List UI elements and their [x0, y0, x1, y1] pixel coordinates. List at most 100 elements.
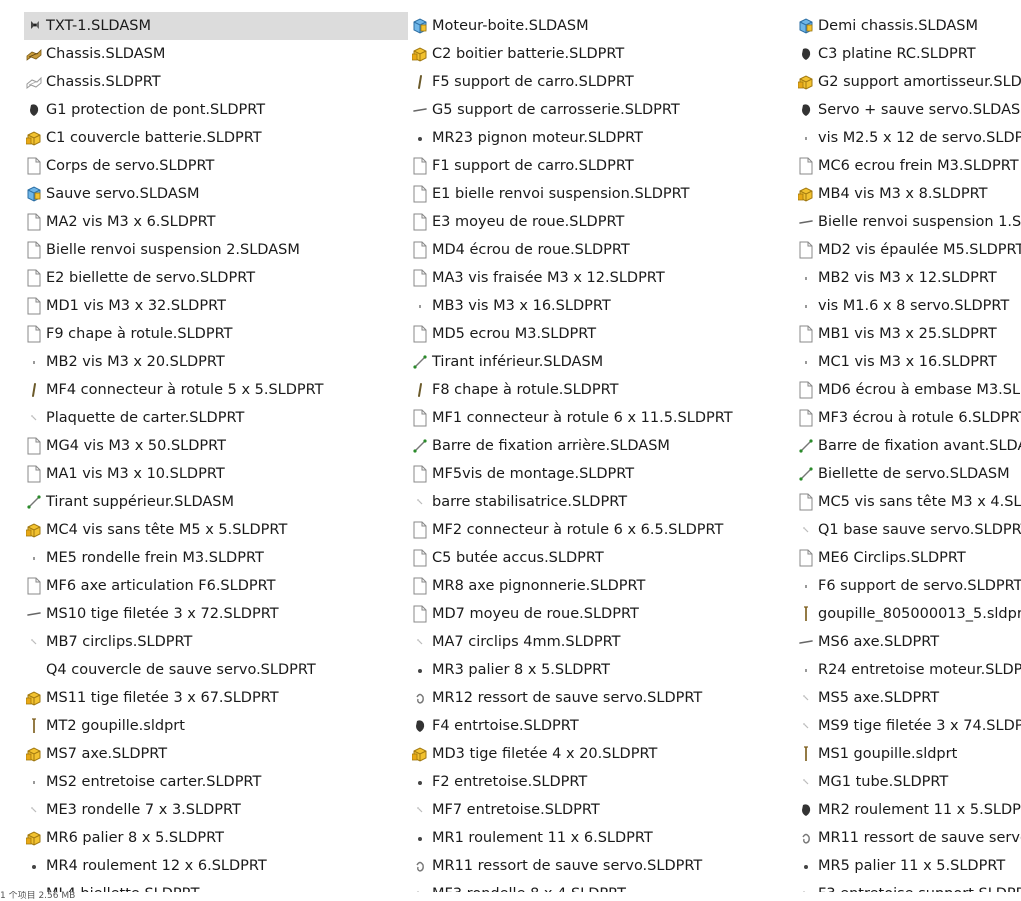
file-item[interactable]: vis M1.6 x 8 servo.SLDPRT [796, 292, 1021, 320]
file-item[interactable]: Q1 base sauve servo.SLDPRT [796, 516, 1021, 544]
file-name: MC1 vis M3 x 16.SLDPRT [818, 354, 997, 370]
file-item[interactable]: MR11 ressort de sauve servo.SLDPRT [796, 824, 1021, 852]
file-item[interactable]: MF1 connecteur à rotule 6 x 11.5.SLDPRT [410, 404, 794, 432]
file-item[interactable]: Chassis.SLDASM [24, 40, 408, 68]
file-item[interactable]: barre stabilisatrice.SLDPRT [410, 488, 794, 516]
file-item[interactable]: MB2 vis M3 x 12.SLDPRT [796, 264, 1021, 292]
file-item[interactable]: Tirant inférieur.SLDASM [410, 348, 794, 376]
file-item[interactable]: MC1 vis M3 x 16.SLDPRT [796, 348, 1021, 376]
file-item[interactable]: MF6 axe articulation F6.SLDPRT [24, 572, 408, 600]
file-item[interactable]: MD3 tige filetée 4 x 20.SLDPRT [410, 740, 794, 768]
file-item[interactable]: MB7 circlips.SLDPRT [24, 628, 408, 656]
file-item[interactable]: MD1 vis M3 x 32.SLDPRT [24, 292, 408, 320]
file-item[interactable]: MF3 écrou à rotule 6.SLDPRT [796, 404, 1021, 432]
file-item[interactable]: MB4 vis M3 x 8.SLDPRT [796, 180, 1021, 208]
file-item[interactable]: G5 support de carrosserie.SLDPRT [410, 96, 794, 124]
file-item[interactable]: ME3 rondelle 7 x 3.SLDPRT [24, 796, 408, 824]
file-item[interactable]: MG1 tube.SLDPRT [796, 768, 1021, 796]
file-item[interactable]: MS11 tige filetée 3 x 67.SLDPRT [24, 684, 408, 712]
file-item[interactable]: MG4 vis M3 x 50.SLDPRT [24, 432, 408, 460]
file-item[interactable]: Plaquette de carter.SLDPRT [24, 404, 408, 432]
rod-part-icon [796, 212, 816, 232]
file-item[interactable]: F1 support de carro.SLDPRT [410, 152, 794, 180]
file-item[interactable]: MB1 vis M3 x 25.SLDPRT [796, 320, 1021, 348]
file-item[interactable]: F3 entretoise support.SLDPRT [796, 880, 1021, 892]
file-item[interactable]: MA2 vis M3 x 6.SLDPRT [24, 208, 408, 236]
file-item[interactable]: MC5 vis sans tête M3 x 4.SLDPRT [796, 488, 1021, 516]
file-item[interactable]: goupille_805000013_5.sldprt [796, 600, 1021, 628]
file-item[interactable]: F2 entretoise.SLDPRT [410, 768, 794, 796]
file-item[interactable]: C5 butée accus.SLDPRT [410, 544, 794, 572]
file-item[interactable]: MB2 vis M3 x 20.SLDPRT [24, 348, 408, 376]
file-item[interactable]: MA7 circlips 4mm.SLDPRT [410, 628, 794, 656]
file-item[interactable]: F8 chape à rotule.SLDPRT [410, 376, 794, 404]
file-item[interactable]: MF7 entretoise.SLDPRT [410, 796, 794, 824]
file-item[interactable]: MR2 roulement 11 x 5.SLDPRT [796, 796, 1021, 824]
file-item[interactable]: MS1 goupille.sldprt [796, 740, 1021, 768]
file-item[interactable]: G1 protection de pont.SLDPRT [24, 96, 408, 124]
file-item[interactable]: Moteur-boite.SLDASM [410, 12, 794, 40]
file-item[interactable]: E2 biellette de servo.SLDPRT [24, 264, 408, 292]
file-item[interactable]: MF3 rondelle 8 x 4.SLDPRT [410, 880, 794, 892]
file-item[interactable]: Chassis.SLDPRT [24, 68, 408, 96]
file-item[interactable]: TXT-1.SLDASM [24, 12, 408, 40]
file-item[interactable]: R24 entretoise moteur.SLDPRT [796, 656, 1021, 684]
file-item[interactable]: MR5 palier 11 x 5.SLDPRT [796, 852, 1021, 880]
file-item[interactable]: MF4 connecteur à rotule 5 x 5.SLDPRT [24, 376, 408, 404]
file-item[interactable]: MD6 écrou à embase M3.SLDPRT [796, 376, 1021, 404]
file-item[interactable]: Bielle renvoi suspension 2.SLDASM [24, 236, 408, 264]
file-item[interactable]: MA1 vis M3 x 10.SLDPRT [24, 460, 408, 488]
file-item[interactable]: Sauve servo.SLDASM [24, 180, 408, 208]
file-item[interactable]: Barre de fixation avant.SLDASM [796, 432, 1021, 460]
file-item[interactable]: C1 couvercle batterie.SLDPRT [24, 124, 408, 152]
file-item[interactable]: Bielle renvoi suspension 1.SLDASM [796, 208, 1021, 236]
file-item[interactable]: E3 moyeu de roue.SLDPRT [410, 208, 794, 236]
file-item[interactable]: E1 bielle renvoi suspension.SLDPRT [410, 180, 794, 208]
file-item[interactable]: Barre de fixation arrière.SLDASM [410, 432, 794, 460]
file-item[interactable]: MR1 roulement 11 x 6.SLDPRT [410, 824, 794, 852]
file-item[interactable]: MS7 axe.SLDPRT [24, 740, 408, 768]
file-item[interactable]: MR8 axe pignonnerie.SLDPRT [410, 572, 794, 600]
file-item[interactable]: MS9 tige filetée 3 x 74.SLDPRT [796, 712, 1021, 740]
file-item[interactable]: MR23 pignon moteur.SLDPRT [410, 124, 794, 152]
file-item[interactable]: MR3 palier 8 x 5.SLDPRT [410, 656, 794, 684]
file-item[interactable]: Q4 couvercle de sauve servo.SLDPRT [24, 656, 408, 684]
file-item[interactable]: ME5 rondelle frein M3.SLDPRT [24, 544, 408, 572]
file-item[interactable]: Demi chassis.SLDASM [796, 12, 1021, 40]
file-item[interactable]: MR11 ressort de sauve servo.SLDPRT [410, 852, 794, 880]
blank-document-icon [796, 380, 816, 400]
file-item[interactable]: MS10 tige filetée 3 x 72.SLDPRT [24, 600, 408, 628]
file-item[interactable]: F5 support de carro.SLDPRT [410, 68, 794, 96]
file-item[interactable]: MS2 entretoise carter.SLDPRT [24, 768, 408, 796]
file-name: MC6 ecrou frein M3.SLDPRT [818, 158, 1019, 174]
file-item[interactable]: C3 platine RC.SLDPRT [796, 40, 1021, 68]
file-item[interactable]: MD4 écrou de roue.SLDPRT [410, 236, 794, 264]
file-item[interactable]: MF5vis de montage.SLDPRT [410, 460, 794, 488]
file-item[interactable]: MC6 ecrou frein M3.SLDPRT [796, 152, 1021, 180]
file-item[interactable]: MA3 vis fraisée M3 x 12.SLDPRT [410, 264, 794, 292]
file-item[interactable]: F4 entrtoise.SLDPRT [410, 712, 794, 740]
file-item[interactable]: F9 chape à rotule.SLDPRT [24, 320, 408, 348]
file-item[interactable]: C2 boitier batterie.SLDPRT [410, 40, 794, 68]
file-item[interactable]: F6 support de servo.SLDPRT [796, 572, 1021, 600]
file-item[interactable]: vis M2.5 x 12 de servo.SLDPRT [796, 124, 1021, 152]
file-item[interactable]: G2 support amortisseur.SLDPRT [796, 68, 1021, 96]
file-item[interactable]: ME6 Circlips.SLDPRT [796, 544, 1021, 572]
file-item[interactable]: MR12 ressort de sauve servo.SLDPRT [410, 684, 794, 712]
file-item[interactable]: Servo + sauve servo.SLDASM [796, 96, 1021, 124]
file-item[interactable]: MS6 axe.SLDPRT [796, 628, 1021, 656]
file-item[interactable]: MB3 vis M3 x 16.SLDPRT [410, 292, 794, 320]
file-item[interactable]: MD7 moyeu de roue.SLDPRT [410, 600, 794, 628]
file-item[interactable]: MC4 vis sans tête M5 x 5.SLDPRT [24, 516, 408, 544]
file-item[interactable]: MS5 axe.SLDPRT [796, 684, 1021, 712]
file-item[interactable]: Tirant suppérieur.SLDASM [24, 488, 408, 516]
file-item[interactable]: MD2 vis épaulée M5.SLDPRT [796, 236, 1021, 264]
file-item[interactable]: MF2 connecteur à rotule 6 x 6.5.SLDPRT [410, 516, 794, 544]
file-item[interactable]: MR4 roulement 12 x 6.SLDPRT [24, 852, 408, 880]
file-item[interactable]: MT2 goupille.sldprt [24, 712, 408, 740]
yellow-part-icon [410, 744, 430, 764]
file-item[interactable]: Corps de servo.SLDPRT [24, 152, 408, 180]
file-item[interactable]: MD5 ecrou M3.SLDPRT [410, 320, 794, 348]
file-item[interactable]: Biellette de servo.SLDASM [796, 460, 1021, 488]
file-item[interactable]: MR6 palier 8 x 5.SLDPRT [24, 824, 408, 852]
